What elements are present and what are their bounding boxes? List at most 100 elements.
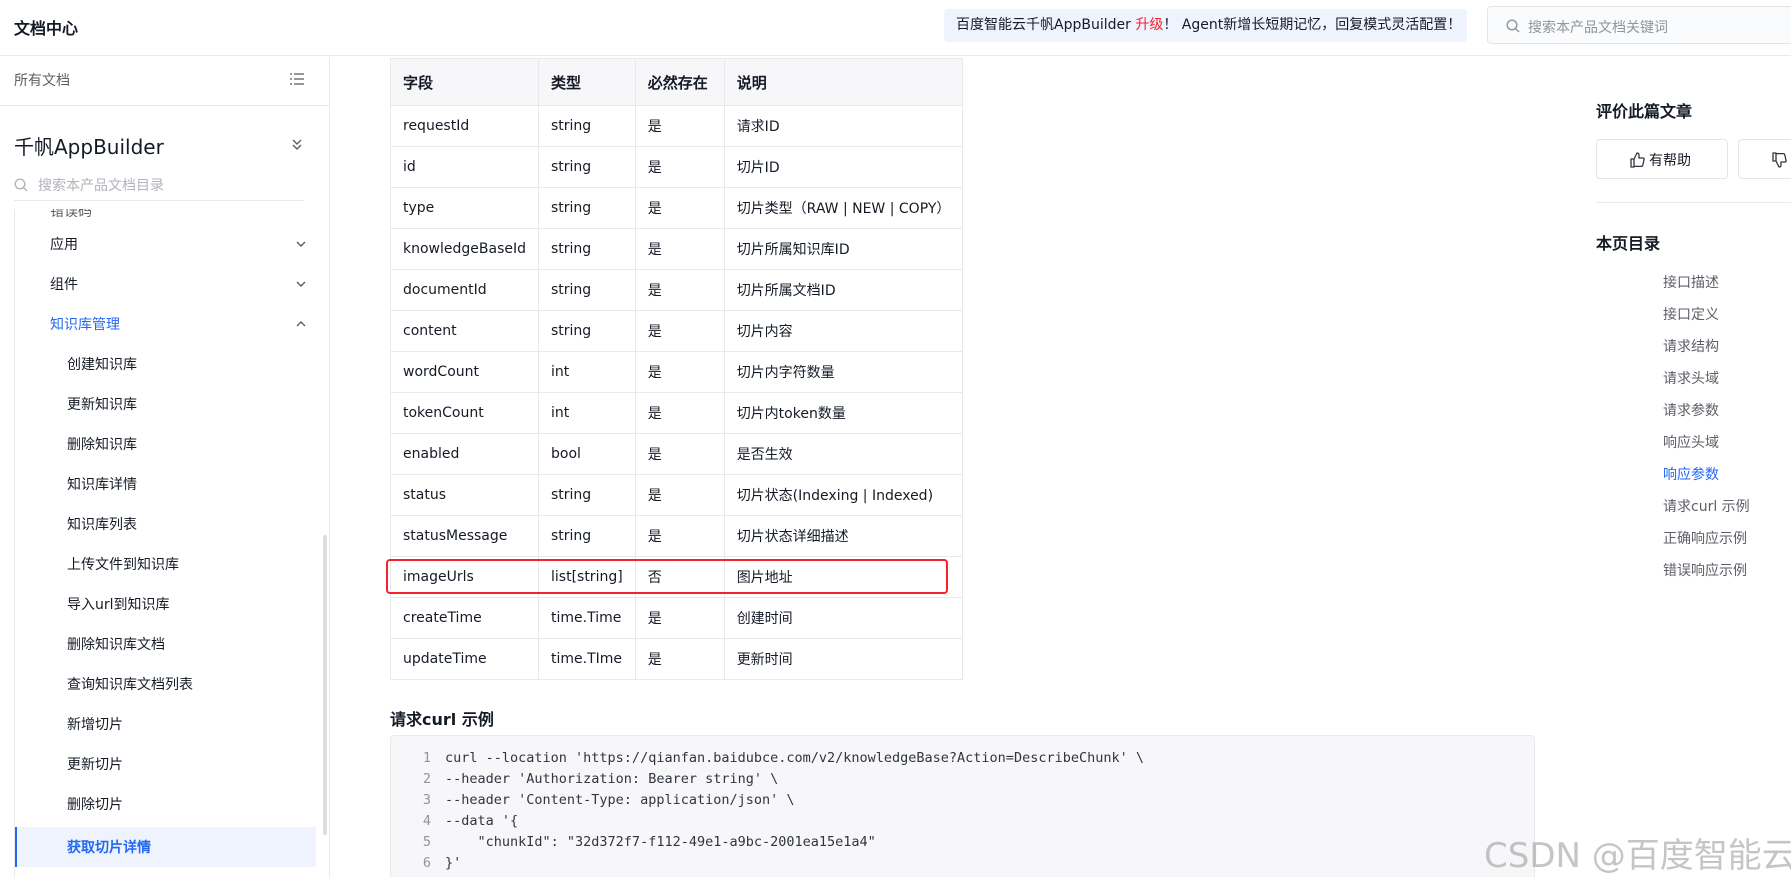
cell-type: string	[538, 187, 636, 229]
cell-type: string	[538, 474, 636, 516]
chevron-down-icon[interactable]	[295, 238, 307, 250]
cell-description: 创建时间	[723, 597, 964, 639]
sidebar-divider	[0, 105, 329, 106]
chevron-down-icon[interactable]	[295, 278, 307, 290]
sidebar-search-placeholder: 搜索本产品文档目录	[38, 178, 164, 194]
toc-item[interactable]: 请求头域	[1663, 368, 1719, 388]
code-text: curl --location 'https://qianfan.baidubc…	[445, 750, 1144, 766]
cell-required: 是	[634, 269, 725, 311]
sidebar-group-app[interactable]: 应用	[50, 234, 78, 254]
toc-item[interactable]: 错误响应示例	[1663, 560, 1747, 580]
helpful-button[interactable]: 有帮助	[1596, 139, 1728, 179]
cell-required: 是	[634, 351, 725, 393]
toc-item[interactable]: 正确响应示例	[1663, 528, 1747, 548]
right-panel-divider	[1596, 202, 1791, 203]
sidebar-item-doc-list[interactable]: 查询知识库文档列表	[67, 674, 193, 694]
all-docs-link[interactable]: 所有文档	[14, 70, 70, 90]
line-number: 5	[422, 834, 431, 850]
table-row: knowledgeBaseId string 是切片所属知识库ID	[390, 228, 964, 270]
cell-required: 是	[634, 228, 725, 270]
cell-field: id	[390, 146, 539, 188]
table-row: enabled bool 是是否生效	[390, 433, 964, 475]
code-text: "chunkId": "32d372f7-f112-49e1-a9bc-2001…	[445, 834, 876, 850]
toc-item[interactable]: 请求参数	[1663, 400, 1719, 420]
cell-description: 是否生效	[723, 433, 964, 475]
toc-item[interactable]: 响应参数	[1663, 464, 1719, 484]
code-line: 2 --header 'Authorization: Bearer string'…	[391, 769, 778, 790]
sidebar-item-delete-doc[interactable]: 删除知识库文档	[67, 634, 165, 654]
site-title[interactable]: 文档中心	[14, 15, 78, 39]
cell-required: 是	[634, 515, 725, 557]
active-item-indicator	[15, 827, 17, 867]
sidebar-item-create-kb[interactable]: 创建知识库	[67, 354, 137, 374]
cell-field: knowledgeBaseId	[390, 228, 539, 270]
sidebar-item-upload-file[interactable]: 上传文件到知识库	[67, 554, 179, 574]
curl-code-block[interactable]: 1 curl --location 'https://qianfan.baidub…	[390, 735, 1535, 877]
cell-description: 切片内字符数量	[723, 351, 964, 393]
list-icon[interactable]	[290, 73, 304, 85]
code-line: 4 --data '{	[391, 811, 518, 832]
cell-type: string	[538, 105, 636, 147]
cell-required: 否	[634, 556, 725, 598]
cell-type: string	[538, 269, 636, 311]
table-row: wordCount int 是切片内字符数量	[390, 351, 964, 393]
cell-field: enabled	[390, 433, 539, 475]
cell-required: 是	[634, 310, 725, 352]
sidebar-item-update-kb[interactable]: 更新知识库	[67, 394, 137, 414]
search-icon	[14, 178, 28, 192]
doc-tree: 错误码 应用 组件 知识库管理 创建知识库 更新知识库 删除知识库 知识库详情 …	[14, 209, 316, 877]
rate-article-title: 评价此篇文章	[1596, 102, 1693, 121]
cell-required: 是	[634, 105, 725, 147]
sidebar-item-kb-list[interactable]: 知识库列表	[67, 514, 137, 534]
cell-required: 是	[634, 474, 725, 516]
curl-section-title: 请求curl 示例	[390, 710, 494, 729]
sidebar-item-import-url[interactable]: 导入url到知识库	[67, 594, 170, 614]
cell-description: 切片状态详细描述	[723, 515, 964, 557]
table-row: requestId string 是请求ID	[390, 105, 964, 147]
sidebar-search-input[interactable]: 搜索本产品文档目录	[14, 169, 304, 201]
cell-description: 请求ID	[723, 105, 964, 147]
cell-description: 切片ID	[723, 146, 964, 188]
toc-item[interactable]: 接口定义	[1663, 304, 1719, 324]
cell-required: 是	[634, 392, 725, 434]
code-text: --header 'Content-Type: application/json…	[445, 792, 795, 808]
toc-item[interactable]: 响应头域	[1663, 432, 1719, 452]
announcement-banner[interactable]: 百度智能云千帆AppBuilder 升级！ Agent新增长短期记忆，回复模式灵…	[944, 9, 1467, 42]
sidebar-item-get-chunk-detail[interactable]: 获取切片详情	[67, 837, 151, 857]
toc-item[interactable]: 请求结构	[1663, 336, 1719, 356]
table-header-row: 字段 类型 必然存在 说明	[390, 58, 964, 106]
sidebar-item-kb-detail[interactable]: 知识库详情	[67, 474, 137, 494]
sidebar-group-component[interactable]: 组件	[50, 274, 78, 294]
helpful-label: 有帮助	[1649, 153, 1691, 169]
toc-item[interactable]: 接口描述	[1663, 272, 1719, 292]
table-row: createTime time.Time 是创建时间	[390, 597, 964, 639]
table-row: statusMessage string 是切片状态详细描述	[390, 515, 964, 557]
sidebar-item-update-chunk[interactable]: 更新切片	[67, 754, 123, 774]
chevron-up-icon[interactable]	[295, 318, 307, 330]
sidebar-item-delete-kb[interactable]: 删除知识库	[67, 434, 137, 454]
cell-description: 切片状态(Indexing | Indexed)	[723, 474, 964, 516]
table-row: type string 是切片类型（RAW | NEW | COPY）	[390, 187, 964, 229]
product-title[interactable]: 千帆AppBuilder	[14, 131, 164, 160]
line-number: 2	[422, 771, 431, 787]
banner-suffix: ！ Agent新增长短期记忆，回复模式灵活配置！	[1163, 17, 1462, 33]
sidebar-item-add-chunk[interactable]: 新增切片	[67, 714, 123, 734]
search-icon	[1506, 19, 1520, 33]
toc-item[interactable]: 请求curl 示例	[1663, 496, 1750, 516]
table-row: updateTime time.TIme 是更新时间	[390, 638, 964, 680]
top-header: 文档中心 百度智能云千帆AppBuilder 升级！ Agent新增长短期记忆，…	[0, 0, 1791, 56]
sidebar-group-knowledge-base[interactable]: 知识库管理	[50, 314, 120, 334]
header-description: 说明	[723, 58, 964, 106]
cell-field: updateTime	[390, 638, 539, 680]
sidebar-item-error-codes[interactable]: 错误码	[50, 209, 92, 221]
cell-field: createTime	[390, 597, 539, 639]
double-chevron-down-icon[interactable]	[290, 137, 304, 151]
not-helpful-button[interactable]	[1738, 139, 1791, 179]
doc-search-input[interactable]: 搜索本产品文档关键词	[1487, 6, 1791, 44]
sidebar-scrollbar[interactable]	[323, 535, 327, 835]
table-row: content string 是切片内容	[390, 310, 964, 352]
cell-type: time.Time	[538, 597, 636, 639]
cell-field: wordCount	[390, 351, 539, 393]
banner-prefix: 百度智能云千帆AppBuilder	[956, 17, 1136, 33]
sidebar-item-delete-chunk[interactable]: 删除切片	[67, 794, 123, 814]
